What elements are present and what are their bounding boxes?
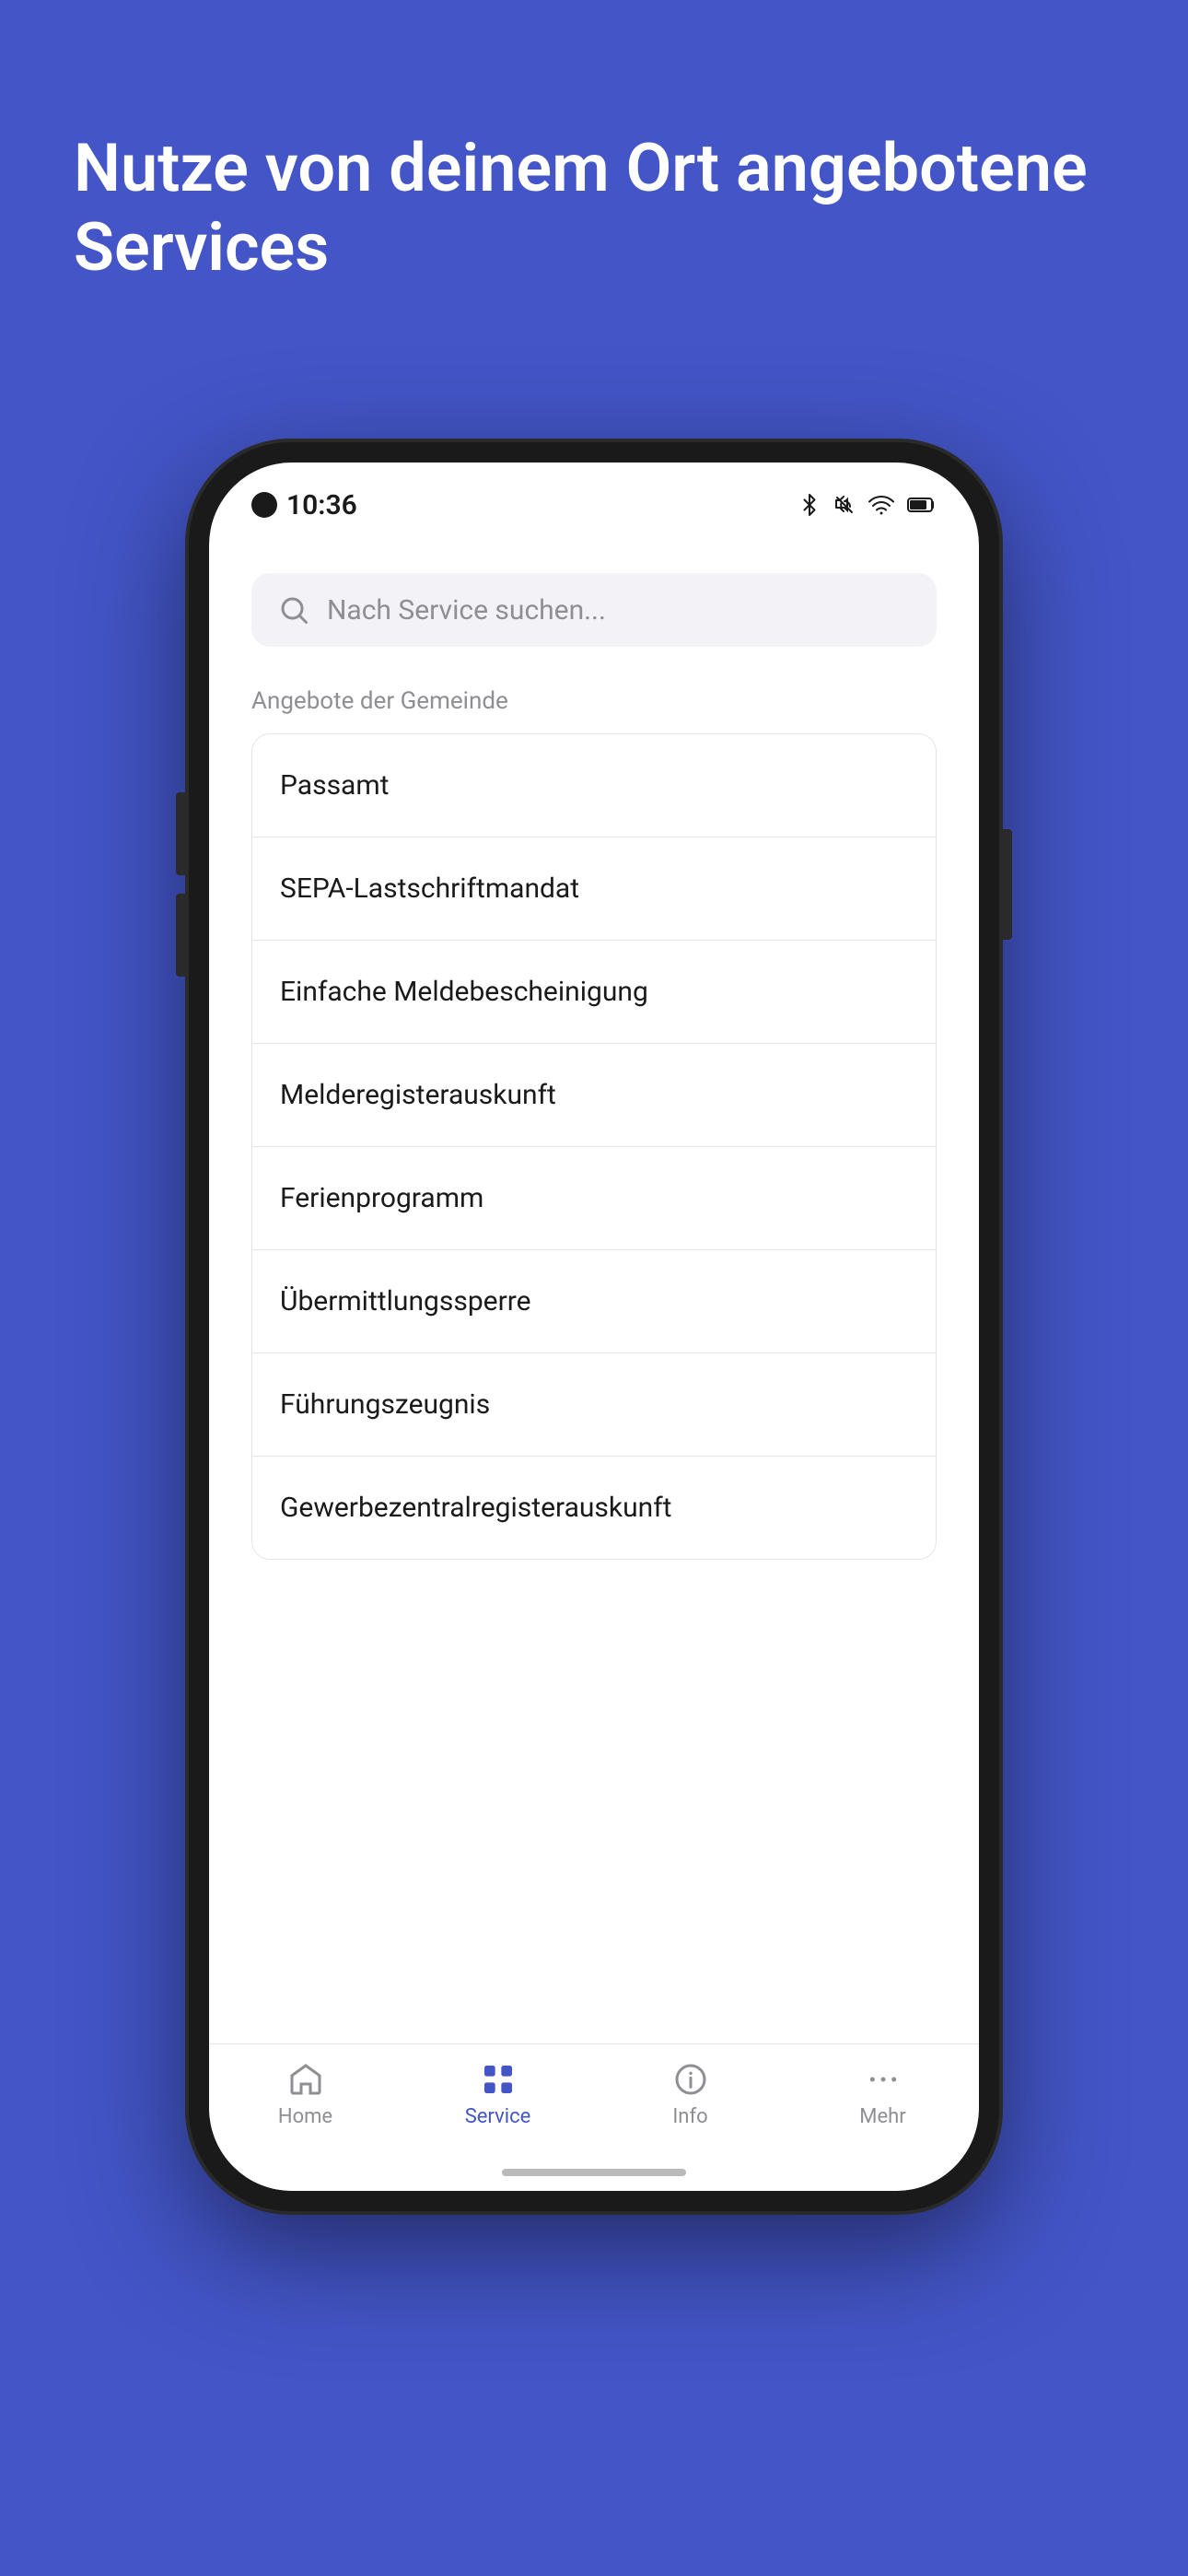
status-icons bbox=[798, 494, 937, 516]
search-icon bbox=[277, 593, 310, 626]
info-tab-label: Info bbox=[672, 2105, 707, 2128]
volume-up-button bbox=[176, 792, 185, 875]
search-bar[interactable]: Nach Service suchen... bbox=[251, 573, 937, 647]
mehr-tab-label: Mehr bbox=[859, 2105, 905, 2128]
section-header: Angebote der Gemeinde bbox=[251, 687, 937, 715]
service-list-item[interactable]: SEPA-Lastschriftmandat bbox=[252, 837, 936, 941]
service-list-item[interactable]: Ferienprogramm bbox=[252, 1147, 936, 1250]
service-tab-icon bbox=[478, 2059, 518, 2100]
wifi-icon bbox=[868, 494, 894, 516]
tab-mehr[interactable]: Mehr bbox=[786, 2059, 979, 2128]
home-indicator bbox=[502, 2169, 686, 2176]
service-list-item[interactable]: Übermittlungssperre bbox=[252, 1250, 936, 1353]
phone-device: 10:36 bbox=[189, 442, 999, 2211]
app-content: Nach Service suchen... Angebote der Geme… bbox=[209, 536, 979, 2043]
tab-home[interactable]: Home bbox=[209, 2059, 402, 2128]
home-tab-icon bbox=[285, 2059, 326, 2100]
bluetooth-icon bbox=[798, 494, 821, 516]
home-tab-label: Home bbox=[278, 2105, 332, 2128]
volume-down-button bbox=[176, 894, 185, 977]
service-list-item[interactable]: Einfache Meldebescheinigung bbox=[252, 941, 936, 1044]
page-headline: Nutze von deinem Ort angebotene Services bbox=[74, 129, 1114, 288]
mehr-tab-icon bbox=[863, 2059, 903, 2100]
camera-dot bbox=[251, 492, 277, 518]
service-list-item[interactable]: Melderegisterauskunft bbox=[252, 1044, 936, 1147]
mute-icon bbox=[833, 494, 856, 516]
phone-screen: 10:36 bbox=[209, 463, 979, 2191]
service-list-item[interactable]: Passamt bbox=[252, 734, 936, 837]
service-list-item[interactable]: Führungszeugnis bbox=[252, 1353, 936, 1457]
tab-info[interactable]: Info bbox=[594, 2059, 786, 2128]
status-bar: 10:36 bbox=[209, 463, 979, 536]
battery-icon bbox=[907, 494, 937, 516]
tab-service[interactable]: Service bbox=[402, 2059, 594, 2128]
search-placeholder: Nach Service suchen... bbox=[327, 594, 606, 626]
info-tab-icon bbox=[670, 2059, 711, 2100]
status-time: 10:36 bbox=[251, 489, 357, 521]
service-list: PassamtSEPA-LastschriftmandatEinfache Me… bbox=[251, 733, 937, 1560]
power-button bbox=[1003, 829, 1012, 940]
service-list-item[interactable]: Gewerbezentralregisterauskunft bbox=[252, 1457, 936, 1559]
service-tab-label: Service bbox=[465, 2105, 531, 2128]
